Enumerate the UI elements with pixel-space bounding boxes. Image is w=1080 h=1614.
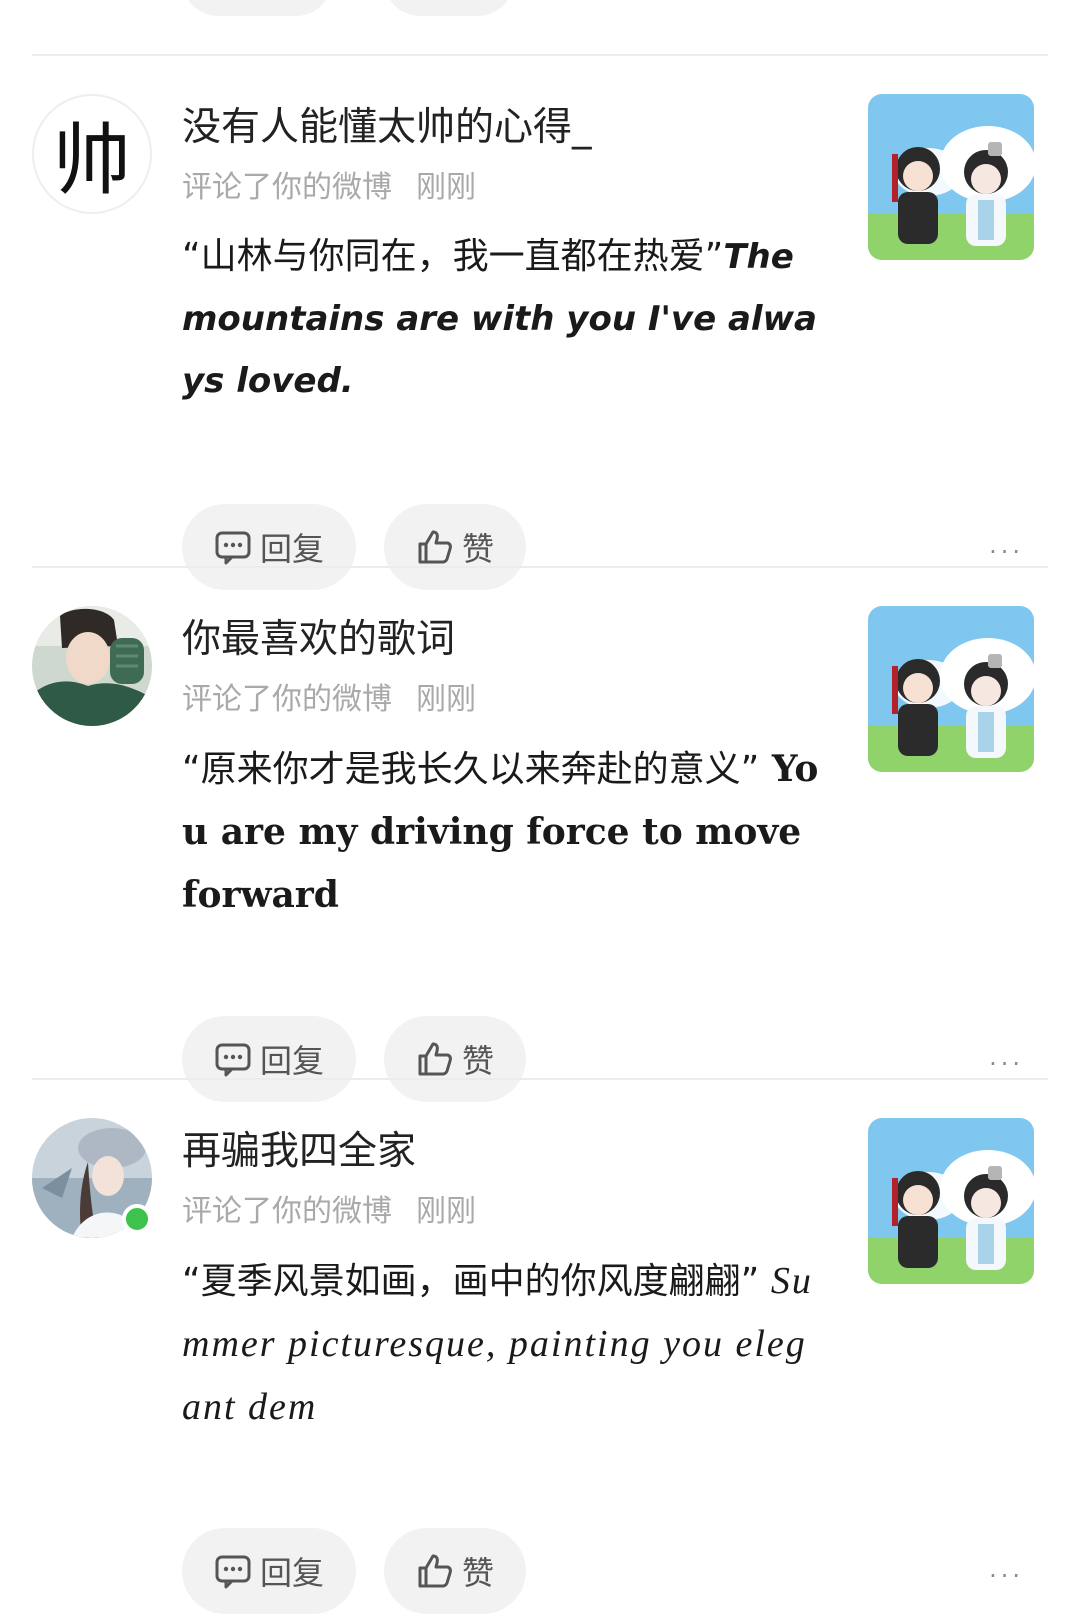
comment-text[interactable]: “夏季风景如画，画中的你风度翩翩” Summer picturesque, pa… (182, 1250, 822, 1439)
notification-item[interactable]: 帅 没有人能懂太帅的心得_ 评论了你的微博 刚刚 “山林与你同在，我一直都在热爱”… (0, 56, 1080, 590)
notification-item[interactable]: 你最喜欢的歌词 评论了你的微博 刚刚 “原来你才是我长久以来奔赴的意义” You … (0, 568, 1080, 1102)
post-thumbnail[interactable] (868, 94, 1034, 260)
post-thumbnail[interactable] (868, 606, 1034, 772)
comment-icon (215, 531, 251, 565)
post-thumbnail-image (868, 606, 1034, 772)
timestamp: 刚刚 (416, 170, 476, 205)
timestamp: 刚刚 (416, 682, 476, 717)
prev-like-button[interactable] (384, 0, 514, 16)
username[interactable]: 没有人能懂太帅的心得_ (182, 96, 592, 152)
username[interactable]: 再骗我四全家 (182, 1120, 416, 1176)
meta: 评论了你的微博 刚刚 (182, 674, 476, 718)
comment-cn: “山林与你同在，我一直都在热爱” (182, 236, 724, 277)
thumbs-up-icon (418, 1042, 452, 1076)
comment-cn: “原来你才是我长久以来奔赴的意义” (182, 749, 760, 790)
more-options-button[interactable]: ··· (989, 1562, 1024, 1590)
avatar[interactable]: 帅 (32, 94, 152, 214)
like-button[interactable]: 赞 (384, 1528, 526, 1614)
meta: 评论了你的微博 刚刚 (182, 162, 476, 206)
notification-item[interactable]: 再骗我四全家 评论了你的微博 刚刚 “夏季风景如画，画中的你风度翩翩” Summe… (0, 1080, 1080, 1614)
comment-icon (215, 1555, 251, 1589)
comment-icon (215, 1043, 251, 1077)
avatar[interactable] (32, 606, 152, 726)
action-text: 评论了你的微博 (182, 682, 392, 717)
like-label: 赞 (461, 1042, 494, 1080)
meta: 评论了你的微博 刚刚 (182, 1186, 476, 1230)
comment-cn: “夏季风景如画，画中的你风度翩翩” (182, 1261, 760, 1302)
post-thumbnail-image (868, 1118, 1034, 1284)
comment-text[interactable]: “原来你才是我长久以来奔赴的意义” You are my driving for… (182, 738, 822, 927)
action-text: 评论了你的微博 (182, 170, 392, 205)
reply-label: 回复 (259, 530, 324, 568)
more-options-button[interactable]: ··· (989, 538, 1024, 566)
online-status-dot (122, 1204, 152, 1234)
avatar-photo (32, 606, 152, 726)
reply-label: 回复 (259, 1042, 324, 1080)
like-label: 赞 (461, 530, 494, 568)
comment-text[interactable]: “山林与你同在，我一直都在热爱”The mountains are with y… (182, 226, 822, 412)
avatar-text: 帅 (32, 94, 152, 214)
avatar-image (32, 606, 152, 726)
like-label: 赞 (461, 1554, 494, 1592)
avatar[interactable] (32, 1118, 152, 1238)
thumbs-up-icon (418, 1554, 452, 1588)
prev-reply-button[interactable] (182, 0, 332, 16)
more-options-button[interactable]: ··· (989, 1050, 1024, 1078)
action-text: 评论了你的微博 (182, 1194, 392, 1229)
timestamp: 刚刚 (416, 1194, 476, 1229)
thumbs-up-icon (418, 530, 452, 564)
post-thumbnail[interactable] (868, 1118, 1034, 1284)
reply-label: 回复 (259, 1554, 324, 1592)
reply-button[interactable]: 回复 (182, 1528, 356, 1614)
username[interactable]: 你最喜欢的歌词 (182, 608, 455, 664)
post-thumbnail-image (868, 94, 1034, 260)
